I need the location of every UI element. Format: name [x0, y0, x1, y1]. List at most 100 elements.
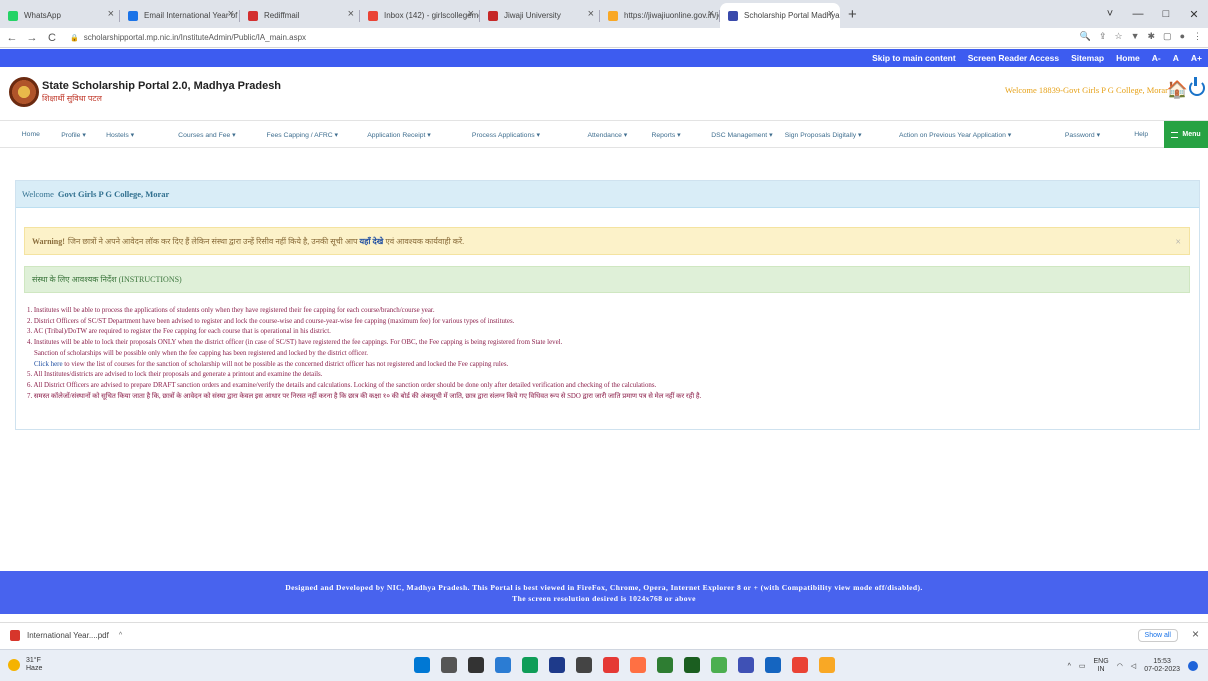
browser-tab[interactable]: Jiwaji University × [480, 3, 600, 28]
close-window-button[interactable]: ✕ [1180, 8, 1208, 21]
more-icon[interactable]: ⋮ [1193, 31, 1202, 42]
nav-item[interactable]: Fees Capping / AFRC ▾ [267, 131, 338, 139]
browser-tab[interactable]: Inbox (142) - girlscollegemorar...× [360, 3, 480, 28]
nav-item[interactable]: Profile ▾ [61, 131, 86, 139]
nav-item[interactable]: Attendance ▾ [588, 131, 628, 139]
taskbar-app-icon[interactable] [414, 657, 430, 673]
home-icon[interactable]: 🏠 [1167, 80, 1188, 100]
url-field[interactable]: 🔒 scholarshipportal.mp.nic.in/InstituteAd… [70, 33, 306, 42]
nav-item[interactable]: Courses and Fee ▾ [178, 131, 235, 139]
taskbar-app-icon[interactable] [468, 657, 484, 673]
close-tab-icon[interactable]: × [108, 8, 114, 20]
nav-item[interactable]: Home [22, 131, 40, 138]
screen-reader-link[interactable]: Screen Reader Access [968, 53, 1059, 63]
taskbar-app-icon[interactable] [819, 657, 835, 673]
notification-icon[interactable] [1188, 661, 1198, 671]
font-decrease-link[interactable]: A- [1152, 53, 1161, 63]
warning-label: Warning! [32, 236, 65, 246]
chevron-up-icon[interactable]: ^ [1068, 663, 1071, 670]
nav-item[interactable]: Application Receipt ▾ [367, 131, 431, 139]
close-tab-icon[interactable]: × [708, 8, 714, 20]
close-downloads-icon[interactable]: × [1192, 627, 1199, 641]
nav-item[interactable]: Action on Previous Year Application ▾ [899, 131, 1011, 139]
footer-line-2: The screen resolution desired is 1024x76… [512, 594, 696, 603]
taskbar-app-icon[interactable] [441, 657, 457, 673]
minimize-button[interactable]: — [1124, 8, 1152, 20]
menu-button[interactable]: Menu [1164, 121, 1208, 148]
close-tab-icon[interactable]: × [348, 8, 354, 20]
taskbar-app-icon[interactable] [711, 657, 727, 673]
star-icon[interactable]: ☆ [1115, 31, 1123, 42]
pdf-icon [10, 630, 20, 641]
forward-button[interactable]: → [24, 32, 40, 44]
lock-icon: 🔒 [70, 35, 79, 42]
zoom-icon[interactable]: 🔍 [1080, 31, 1091, 42]
close-tab-icon[interactable]: × [228, 8, 234, 20]
chevron-up-icon[interactable]: ^ [119, 632, 122, 639]
nav-item[interactable]: Help [1134, 131, 1148, 138]
font-increase-link[interactable]: A+ [1191, 53, 1202, 63]
font-normal-link[interactable]: A [1173, 53, 1179, 63]
favicon-icon [8, 11, 18, 21]
click-here-link[interactable]: Click here [34, 361, 63, 368]
puzzle-icon[interactable]: ✱ [1148, 31, 1156, 42]
instructions-list: 1. Institutes will be able to process th… [27, 306, 1187, 402]
browser-tab[interactable]: Rediffmail × [240, 3, 360, 28]
close-tab-icon[interactable]: × [828, 8, 834, 20]
weather-widget[interactable]: 31°F Haze [8, 657, 42, 673]
nav-item[interactable]: DSC Management ▾ [711, 131, 772, 139]
nav-item[interactable]: Sign Proposals Digitally ▾ [785, 131, 862, 139]
nav-item[interactable]: Password ▾ [1065, 131, 1100, 139]
sidebar-icon[interactable]: ▢ [1163, 31, 1172, 42]
browser-tab[interactable]: https://jiwajiuonline.gov.in/jo... × [600, 3, 720, 28]
wifi-icon[interactable]: ◠ [1117, 662, 1123, 670]
taskbar-app-icon[interactable] [765, 657, 781, 673]
instruction-item: 7. समस्त कॉलेजों/संस्थानों को सूचित किया… [27, 392, 702, 400]
skip-to-main-link[interactable]: Skip to main content [872, 53, 956, 63]
taskbar-app-icon[interactable] [657, 657, 673, 673]
tab-title: Inbox (142) - girlscollegemorar... [384, 11, 480, 20]
close-tab-icon[interactable]: × [588, 8, 594, 20]
profile-icon[interactable]: ● [1180, 31, 1185, 42]
weather-temp: 31°F [26, 657, 41, 664]
taskbar-app-icon[interactable] [684, 657, 700, 673]
logout-icon[interactable] [1189, 77, 1205, 96]
browser-tab[interactable]: Scholarship Portal Madhya Prad...× [720, 3, 840, 28]
site-header: State Scholarship Portal 2.0, Madhya Pra… [0, 67, 1208, 113]
speaker-icon[interactable]: ◁ [1131, 662, 1136, 670]
warning-link[interactable]: यहाँ देखे [360, 236, 384, 247]
maximize-button[interactable]: □ [1152, 8, 1180, 20]
close-alert-icon[interactable]: × [1175, 237, 1181, 248]
browser-tab[interactable]: Email International Year of Mi...× [120, 3, 240, 28]
instruction-item: 6. All District Officers are advised to … [27, 381, 657, 389]
weather-desc: Haze [26, 665, 43, 672]
tab-search-icon[interactable]: ˅ [1096, 8, 1124, 20]
battery-icon[interactable]: ▭ [1079, 662, 1086, 670]
sitemap-link[interactable]: Sitemap [1071, 53, 1104, 63]
taskbar-app-icon[interactable] [576, 657, 592, 673]
share-icon[interactable]: ⇪ [1099, 31, 1107, 42]
close-tab-icon[interactable]: × [468, 8, 474, 20]
taskbar-app-icon[interactable] [603, 657, 619, 673]
nav-item[interactable]: Hostels ▾ [106, 131, 134, 139]
taskbar-app-icon[interactable] [549, 657, 565, 673]
taskbar-app-icon[interactable] [630, 657, 646, 673]
browser-tab[interactable]: WhatsApp × [0, 3, 120, 28]
warning-alert: Warning! जिन छात्रों ने अपने आवेदन लॉक क… [24, 227, 1190, 255]
language-indicator[interactable]: ENG IN [1094, 658, 1109, 674]
back-button[interactable]: ← [4, 32, 20, 44]
new-tab-button[interactable]: + [848, 6, 857, 23]
download-item[interactable]: International Year....pdf ^ [10, 630, 122, 641]
nav-item[interactable]: Reports ▾ [651, 131, 680, 139]
taskbar-app-icon[interactable] [495, 657, 511, 673]
show-all-button[interactable]: Show all [1137, 629, 1178, 642]
home-link[interactable]: Home [1116, 53, 1140, 63]
taskbar-app-icon[interactable] [738, 657, 754, 673]
clock[interactable]: 15:53 07-02-2023 [1144, 658, 1180, 674]
taskbar-app-icon[interactable] [792, 657, 808, 673]
nav-item[interactable]: Process Applications ▾ [472, 131, 540, 139]
site-subtitle: शिक्षार्थी सुविधा पटल [42, 94, 102, 103]
reload-button[interactable]: C [44, 32, 60, 44]
extension-icon[interactable]: ▼ [1131, 31, 1140, 42]
taskbar-app-icon[interactable] [522, 657, 538, 673]
